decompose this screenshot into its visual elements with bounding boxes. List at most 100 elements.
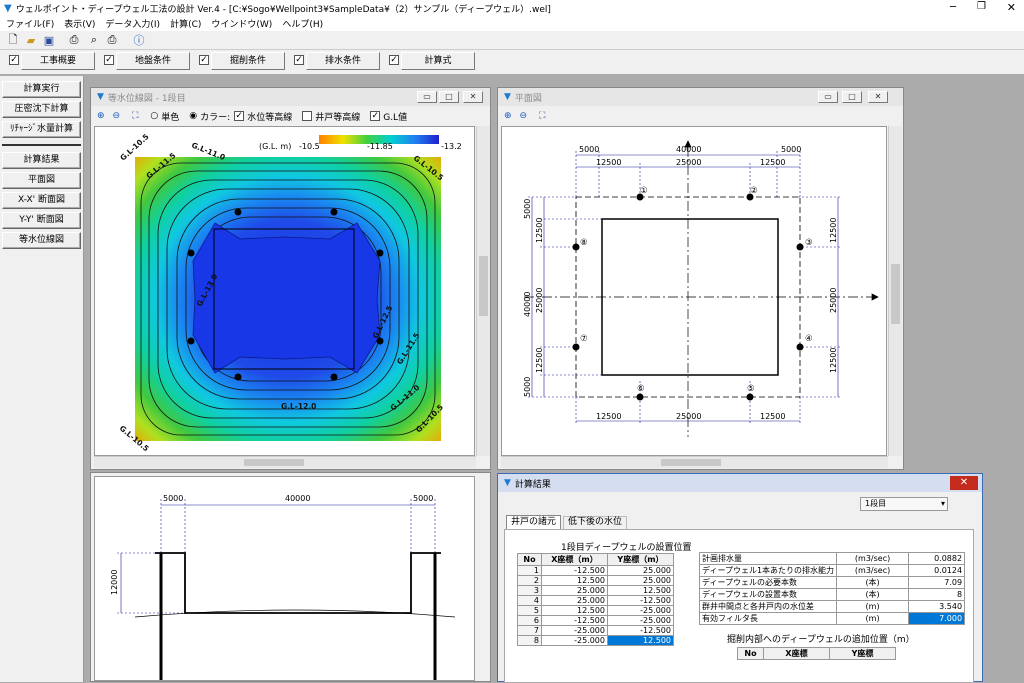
result-window: ▼ 計算結果 ✕ 1段目 ▾ 井戸の諸元 低下後の水位 1段目ディープウェルの設… (497, 473, 983, 683)
minimize-icon[interactable]: ▭ (417, 91, 437, 103)
contour-vscroll[interactable] (476, 126, 490, 456)
dim-label: 12500 (596, 412, 621, 421)
menu-file[interactable]: ファイル(F) (6, 17, 54, 31)
maximize-icon[interactable]: □ (842, 91, 862, 103)
opt-well-check[interactable] (302, 110, 313, 122)
dim-label: 25000 (676, 158, 701, 167)
zoom-in-icon[interactable]: ⊕ (504, 111, 512, 121)
restore-icon[interactable]: ❐ (977, 1, 986, 12)
fit-view-icon[interactable]: ⛶ (132, 111, 138, 121)
maximize-icon[interactable]: □ (439, 91, 459, 103)
close-icon[interactable]: ✕ (1007, 1, 1016, 14)
sidebar-divider (2, 144, 81, 146)
opt-gl-check[interactable]: ✓ (370, 110, 381, 122)
excavation-area (192, 222, 381, 374)
table-row[interactable]: 3 25.000 12.500 (517, 585, 674, 596)
minimize-icon[interactable]: ▭ (818, 91, 838, 103)
table-row[interactable]: 6 -12.500 -25.000 (517, 615, 674, 626)
dim-label: 12500 (829, 218, 838, 243)
prop-row[interactable]: ディープウェルの必要本数 (本) 7.09 (698, 576, 966, 589)
tab-formula[interactable]: 計算式 (401, 52, 475, 70)
prop-row[interactable]: ディープウェルの設置本数 (本) 8 (698, 588, 966, 601)
section-dim-labels: 5000 40000 5000 12000 (110, 494, 433, 595)
result-tabs: 井戸の諸元 低下後の水位 (506, 515, 628, 529)
well-number: ⑥ (637, 384, 645, 394)
print-preview-icon[interactable]: ⌕ (86, 32, 102, 48)
contour-hscroll[interactable] (94, 456, 476, 468)
opt-waterlevel-check[interactable]: ✓ (234, 110, 245, 122)
table-row[interactable]: 5 12.500 -25.000 (517, 605, 674, 616)
printer-setup-icon[interactable]: ⎙ (104, 32, 120, 48)
print-icon[interactable]: ⎙ (66, 32, 82, 48)
table-row[interactable]: 8 -25.000 12.500 (517, 635, 674, 646)
result-title: 計算結果 (514, 479, 551, 490)
color-bar-max: -13.2 (441, 142, 462, 151)
close-icon[interactable]: ✕ (463, 91, 483, 103)
tab-ground[interactable]: 地盤条件 (116, 52, 190, 70)
well-table: No X座標（m） Y座標（m） 1 -12.500 25.000 2 12.500 2… (517, 553, 674, 646)
tab-lowered-level[interactable]: 低下後の水位 (563, 516, 628, 529)
xsection-button[interactable]: X-X' 断面図 (2, 192, 81, 209)
tab-check-excavation[interactable]: ✓ (199, 55, 209, 66)
menu-calc[interactable]: 計算(C) (170, 17, 201, 31)
zoom-out-icon[interactable]: ⊖ (113, 111, 121, 121)
prop-row[interactable]: 有効フィルタ長 (m) 7.000 (698, 612, 966, 625)
opt-gl-label: G.L値 (383, 112, 408, 123)
ysection-button[interactable]: Y-Y' 断面図 (2, 212, 81, 229)
mono-radio[interactable]: ○ (150, 111, 158, 121)
open-folder-icon[interactable]: ▰ (23, 32, 39, 48)
prop-row[interactable]: ディープウェル1本あたりの排水能力 (m3/sec) 0.0124 (698, 564, 966, 577)
tab-well-specs[interactable]: 井戸の諸元 (506, 515, 562, 529)
dim-label: 40000 (523, 292, 532, 317)
result-panel: 1段目ディープウェルの設置位置 No X座標（m） Y座標（m） 1 -12.50… (504, 529, 974, 683)
menu-help[interactable]: ヘルプ(H) (282, 17, 323, 31)
stage-select[interactable]: 1段目 ▾ (860, 497, 948, 511)
prop-row[interactable]: 群井中間点と各井戸内の水位差 (m) 3.540 (698, 600, 966, 613)
col-x: X座標 (763, 647, 830, 660)
prop-row[interactable]: 計画排水量 (m3/sec) 0.0882 (698, 552, 966, 565)
color-bar-unit: (G.L. m) (259, 142, 291, 151)
new-file-icon[interactable]: 🗋 (5, 32, 21, 48)
plan-hscroll[interactable] (501, 456, 888, 468)
menu-view[interactable]: 表示(V) (64, 17, 95, 31)
consolidation-button[interactable]: 圧密沈下計算 (2, 101, 81, 118)
plan-button[interactable]: 平面図 (2, 172, 81, 189)
dim-label: 12500 (535, 218, 544, 243)
menu-window[interactable]: ウインドウ(W) (211, 17, 272, 31)
run-calc-button[interactable]: 計算実行 (2, 81, 81, 98)
tab-overview[interactable]: 工事概要 (21, 52, 95, 70)
fit-view-icon[interactable]: ⛶ (539, 111, 545, 121)
tab-excavation[interactable]: 掘削条件 (211, 52, 285, 70)
recharge-button[interactable]: ﾘﾁｬｰｼﾞ水量計算 (2, 121, 81, 138)
zoom-in-icon[interactable]: ⊕ (97, 111, 105, 121)
tab-check-drainage[interactable]: ✓ (294, 55, 304, 66)
contour-button[interactable]: 等水位線図 (2, 232, 81, 249)
color-radio[interactable]: ◉ (189, 111, 197, 121)
tab-check-overview[interactable]: ✓ (9, 55, 19, 66)
close-icon[interactable]: ✕ (950, 476, 978, 490)
table-row[interactable]: 4 25.000 -12.500 (517, 595, 674, 606)
tab-check-ground[interactable]: ✓ (104, 55, 114, 66)
well-number: ② (750, 186, 758, 196)
color-label: カラー: (200, 112, 231, 123)
axis-lines (524, 140, 879, 437)
table-row[interactable]: 1 -12.500 25.000 (517, 565, 674, 576)
results-button[interactable]: 計算結果 (2, 152, 81, 169)
well-number: ⑧ (580, 238, 588, 248)
help-icon[interactable]: ⓘ (131, 32, 147, 48)
table-row[interactable]: 2 12.500 25.000 (517, 575, 674, 586)
zoom-out-icon[interactable]: ⊖ (520, 111, 528, 121)
save-icon[interactable]: ▣ (41, 32, 57, 48)
menu-data[interactable]: データ入力(I) (105, 17, 160, 31)
tab-check-formula[interactable]: ✓ (389, 55, 399, 66)
table-row[interactable]: 7 -25.000 -12.500 (517, 625, 674, 636)
menu-bar: ファイル(F) 表示(V) データ入力(I) 計算(C) ウインドウ(W) ヘル… (0, 17, 1024, 31)
dim-label: 12500 (829, 348, 838, 373)
section-canvas: 5000 40000 5000 12000 (94, 476, 475, 681)
dim-label: 25000 (829, 288, 838, 313)
tab-drainage[interactable]: 排水条件 (306, 52, 380, 70)
plan-vscroll[interactable] (888, 126, 902, 456)
minimize-icon[interactable]: ─ (950, 2, 956, 13)
close-icon[interactable]: ✕ (868, 91, 888, 103)
dimension-lines (528, 151, 842, 425)
